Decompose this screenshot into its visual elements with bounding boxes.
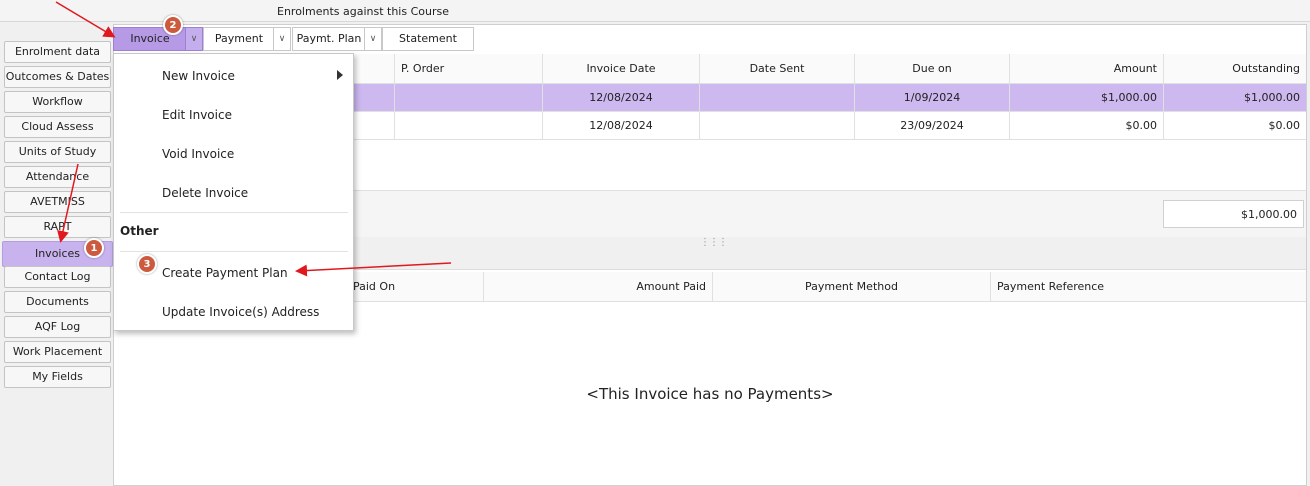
menu-item-update-invoice-address[interactable]: Update Invoice(s) Address [114, 292, 353, 331]
paymt-plan-button-label: Paymt. Plan [296, 32, 362, 45]
col-header-amount-paid[interactable]: Amount Paid [483, 272, 712, 301]
invoice-dropdown-menu: New Invoice Edit Invoice Void Invoice De… [113, 53, 354, 331]
cell-due-on: 1/09/2024 [854, 84, 1009, 111]
cell-date-sent [699, 84, 854, 111]
cell-amount: $0.00 [1009, 112, 1163, 139]
col-header-due-on[interactable]: Due on [854, 54, 1009, 83]
step-badge-1: 1 [84, 238, 104, 258]
statement-button[interactable]: Statement [382, 27, 474, 51]
sidebar-item-aqf-log[interactable]: AQF Log [4, 316, 111, 338]
invoice-button[interactable]: Invoice ∨ [113, 27, 203, 51]
step-badge-3: 3 [137, 254, 157, 274]
menu-item-void-invoice[interactable]: Void Invoice [114, 134, 353, 173]
sidebar-item-my-fields[interactable]: My Fields [4, 366, 111, 388]
col-header-outstanding[interactable]: Outstanding [1163, 54, 1306, 83]
sidebar-item-outcomes-dates[interactable]: Outcomes & Dates [4, 66, 111, 88]
sidebar-item-contact-log[interactable]: Contact Log [4, 266, 111, 288]
sidebar-item-units-of-study[interactable]: Units of Study [4, 141, 111, 163]
cell-outstanding: $1,000.00 [1163, 84, 1306, 111]
cell-p-order [394, 84, 542, 111]
cell-due-on: 23/09/2024 [854, 112, 1009, 139]
cell-invoice-date: 12/08/2024 [542, 84, 699, 111]
sidebar-item-cloud-assess[interactable]: Cloud Assess [4, 116, 111, 138]
payment-button-label: Payment [214, 32, 264, 45]
cell-invoice-date: 12/08/2024 [542, 112, 699, 139]
menu-section-other: Other [120, 224, 159, 238]
menu-item-delete-invoice[interactable]: Delete Invoice [114, 173, 353, 212]
cell-date-sent [699, 112, 854, 139]
col-header-date-sent[interactable]: Date Sent [699, 54, 854, 83]
no-payments-message: <This Invoice has no Payments> [586, 385, 834, 403]
sidebar-item-work-placement[interactable]: Work Placement [4, 341, 111, 363]
chevron-down-icon[interactable]: ∨ [273, 28, 290, 50]
sidebar-item-avetmiss[interactable]: AVETMISS [4, 191, 111, 213]
chevron-down-icon[interactable]: ∨ [185, 28, 202, 50]
menu-separator [120, 251, 348, 252]
col-header-payment-method[interactable]: Payment Method [712, 272, 990, 301]
top-bar [0, 0, 1310, 22]
menu-item-label: New Invoice [162, 68, 235, 83]
col-header-p-order[interactable]: P. Order [394, 54, 542, 83]
sidebar-item-documents[interactable]: Documents [4, 291, 111, 313]
total-outstanding-field: $1,000.00 [1163, 200, 1304, 228]
menu-item-new-invoice[interactable]: New Invoice [114, 56, 353, 95]
menu-separator [120, 212, 348, 213]
menu-item-edit-invoice[interactable]: Edit Invoice [114, 95, 353, 134]
course-enrolments-title: Enrolments against this Course [277, 5, 449, 18]
sidebar-item-rapt[interactable]: RAPT [4, 216, 111, 238]
cell-p-order [394, 112, 542, 139]
cell-outstanding: $0.00 [1163, 112, 1306, 139]
step-badge-2: 2 [163, 15, 183, 35]
col-header-amount[interactable]: Amount [1009, 54, 1163, 83]
col-header-paid-on[interactable]: Paid On [346, 272, 483, 301]
splitter-grip-icon[interactable]: ⋮⋮⋮ [700, 237, 728, 248]
sidebar-item-enrolment-data[interactable]: Enrolment data [4, 41, 111, 63]
paymt-plan-button[interactable]: Paymt. Plan ∨ [292, 27, 382, 51]
chevron-down-icon[interactable]: ∨ [364, 28, 381, 50]
col-header-invoice-date[interactable]: Invoice Date [542, 54, 699, 83]
submenu-arrow-icon [337, 70, 343, 80]
col-header-payment-reference[interactable]: Payment Reference [990, 272, 1306, 301]
sidebar-item-attendance[interactable]: Attendance [4, 166, 111, 188]
payment-button[interactable]: Payment ∨ [203, 27, 291, 51]
cell-amount: $1,000.00 [1009, 84, 1163, 111]
sidebar-item-workflow[interactable]: Workflow [4, 91, 111, 113]
